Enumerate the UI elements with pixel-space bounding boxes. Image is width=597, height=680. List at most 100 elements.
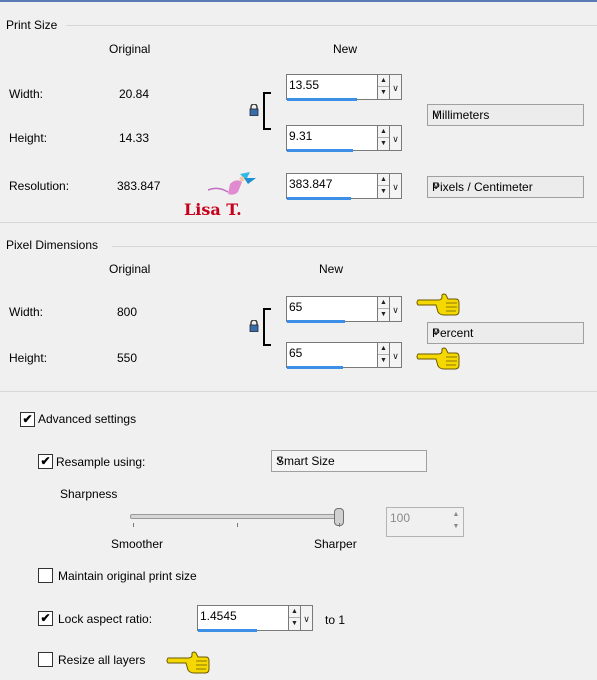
pixel-height-bar bbox=[287, 366, 343, 369]
resolution-original: 383.847 bbox=[117, 179, 161, 193]
resolution-value: 383.847 bbox=[289, 177, 333, 191]
aspect-ratio-arrows[interactable]: ▲ ▼ bbox=[289, 605, 301, 631]
pixel-units-select[interactable]: Percent ∨ bbox=[427, 322, 584, 344]
chevron-down-icon[interactable]: ∨ bbox=[390, 74, 402, 100]
aspect-ratio-bar bbox=[198, 629, 257, 632]
print-width-input[interactable]: 13.55 bbox=[286, 74, 378, 100]
pixel-height-input[interactable]: 65 bbox=[286, 342, 378, 368]
pixel-width-bar bbox=[287, 320, 345, 323]
advanced-settings-checkbox[interactable]: ✔ bbox=[20, 412, 35, 427]
lock-aspect-checkbox[interactable]: ✔ bbox=[38, 611, 53, 626]
print-width-original: 20.84 bbox=[119, 87, 150, 101]
resample-select[interactable]: Smart Size ∨ bbox=[271, 450, 427, 472]
sharpness-label: Sharpness bbox=[60, 487, 118, 501]
spin-down-icon[interactable]: ▼ bbox=[378, 186, 389, 198]
print-width-arrows[interactable]: ▲ ▼ bbox=[378, 74, 390, 100]
spin-down-icon[interactable]: ▼ bbox=[289, 618, 300, 630]
pointing-hand-icon bbox=[416, 347, 460, 370]
print-height-input[interactable]: 9.31 bbox=[286, 125, 378, 151]
chevron-down-icon: ∨ bbox=[276, 454, 285, 466]
chevron-down-icon[interactable]: ∨ bbox=[390, 125, 402, 151]
resolution-bar bbox=[287, 197, 351, 200]
pixel-height-label: Height: bbox=[9, 351, 48, 365]
print-link-bracket bbox=[263, 92, 271, 130]
slider-tick bbox=[237, 523, 238, 527]
spin-up-icon[interactable]: ▲ bbox=[378, 174, 389, 186]
print-height-arrows[interactable]: ▲ ▼ bbox=[378, 125, 390, 151]
lock-icon[interactable] bbox=[249, 320, 259, 332]
print-width-label: Width: bbox=[9, 87, 44, 101]
resolution-spinner[interactable]: 383.847 ▲ ▼ ∨ bbox=[286, 173, 402, 201]
spin-up-icon[interactable]: ▲ bbox=[378, 75, 389, 87]
pixel-width-input[interactable]: 65 bbox=[286, 296, 378, 322]
print-original-header: Original bbox=[109, 42, 151, 56]
spin-down-icon[interactable]: ▼ bbox=[378, 309, 389, 321]
watermark-text: Lisa T. bbox=[184, 200, 242, 219]
section-divider bbox=[0, 222, 597, 223]
pointing-hand-icon bbox=[416, 293, 460, 316]
pixel-dimensions-heading: Pixel Dimensions bbox=[6, 238, 99, 252]
spin-up-icon: ▲ bbox=[452, 511, 460, 518]
maintain-print-size-label: Maintain original print size bbox=[58, 569, 197, 583]
spin-up-icon[interactable]: ▲ bbox=[378, 126, 389, 138]
aspect-ratio-input[interactable]: 1.4545 bbox=[197, 605, 289, 631]
print-units-select[interactable]: Millimeters ∨ bbox=[427, 104, 584, 126]
chevron-down-icon[interactable]: ∨ bbox=[301, 605, 313, 631]
lock-icon[interactable] bbox=[249, 104, 259, 116]
slider-tick bbox=[339, 523, 340, 527]
pixel-height-spinner[interactable]: 65 ▲ ▼ ∨ bbox=[286, 342, 402, 370]
aspect-ratio-value: 1.4545 bbox=[200, 609, 237, 623]
checkmark-icon: ✔ bbox=[40, 454, 51, 468]
resolution-arrows[interactable]: ▲ ▼ bbox=[378, 173, 390, 199]
aspect-ratio-spinner[interactable]: 1.4545 ▲ ▼ ∨ bbox=[197, 605, 313, 633]
pixel-new-header: New bbox=[319, 262, 344, 276]
pixel-width-label: Width: bbox=[9, 305, 44, 319]
checkmark-icon: ✔ bbox=[22, 412, 33, 426]
spin-down-icon[interactable]: ▼ bbox=[378, 138, 389, 150]
sharpness-spinner: 100 ▲ ▼ bbox=[386, 507, 464, 537]
spin-down-icon[interactable]: ▼ bbox=[378, 87, 389, 99]
spin-up-icon[interactable]: ▲ bbox=[378, 297, 389, 309]
resize-all-layers-label: Resize all layers bbox=[58, 653, 146, 667]
pixel-height-value: 65 bbox=[289, 346, 303, 360]
maintain-print-size-checkbox[interactable] bbox=[38, 568, 53, 583]
spin-up-icon[interactable]: ▲ bbox=[289, 606, 300, 618]
resolution-units-select[interactable]: Pixels / Centimeter ∨ bbox=[427, 176, 584, 198]
smoother-label: Smoother bbox=[111, 537, 164, 551]
print-size-divider bbox=[66, 25, 597, 26]
ratio-suffix: to 1 bbox=[325, 613, 346, 627]
pixel-width-arrows[interactable]: ▲ ▼ bbox=[378, 296, 390, 322]
chevron-down-icon: ∨ bbox=[432, 326, 441, 338]
pixel-original-header: Original bbox=[109, 262, 151, 276]
print-width-value: 13.55 bbox=[289, 78, 320, 92]
print-width-spinner[interactable]: 13.55 ▲ ▼ ∨ bbox=[286, 74, 402, 102]
spin-down-icon[interactable]: ▼ bbox=[378, 355, 389, 367]
section-divider bbox=[0, 391, 597, 392]
chevron-down-icon[interactable]: ∨ bbox=[390, 342, 402, 368]
chevron-down-icon[interactable]: ∨ bbox=[390, 173, 402, 199]
print-height-spinner[interactable]: 9.31 ▲ ▼ ∨ bbox=[286, 125, 402, 153]
spin-up-icon[interactable]: ▲ bbox=[378, 343, 389, 355]
sharpness-slider-track[interactable] bbox=[130, 514, 344, 519]
sharpness-value: 100 bbox=[390, 511, 411, 525]
pixel-width-original: 800 bbox=[117, 305, 138, 319]
advanced-settings-label: Advanced settings bbox=[38, 412, 137, 426]
pixel-height-arrows[interactable]: ▲ ▼ bbox=[378, 342, 390, 368]
chevron-down-icon: ∨ bbox=[432, 108, 441, 120]
lock-aspect-label: Lock aspect ratio: bbox=[58, 612, 153, 626]
pixel-height-original: 550 bbox=[117, 351, 138, 365]
resize-all-layers-checkbox[interactable] bbox=[38, 652, 53, 667]
window-top-border bbox=[0, 0, 597, 2]
checkmark-icon: ✔ bbox=[40, 611, 51, 625]
print-height-bar bbox=[287, 149, 353, 152]
sharper-label: Sharper bbox=[314, 537, 357, 551]
print-width-bar bbox=[287, 98, 357, 101]
chevron-down-icon[interactable]: ∨ bbox=[390, 296, 402, 322]
resolution-input[interactable]: 383.847 bbox=[286, 173, 378, 199]
fairy-icon bbox=[207, 172, 256, 195]
resample-checkbox[interactable]: ✔ bbox=[38, 454, 53, 469]
resample-label: Resample using: bbox=[56, 455, 146, 469]
print-height-label: Height: bbox=[9, 131, 48, 145]
pixel-width-spinner[interactable]: 65 ▲ ▼ ∨ bbox=[286, 296, 402, 324]
pixel-link-bracket bbox=[263, 308, 271, 346]
